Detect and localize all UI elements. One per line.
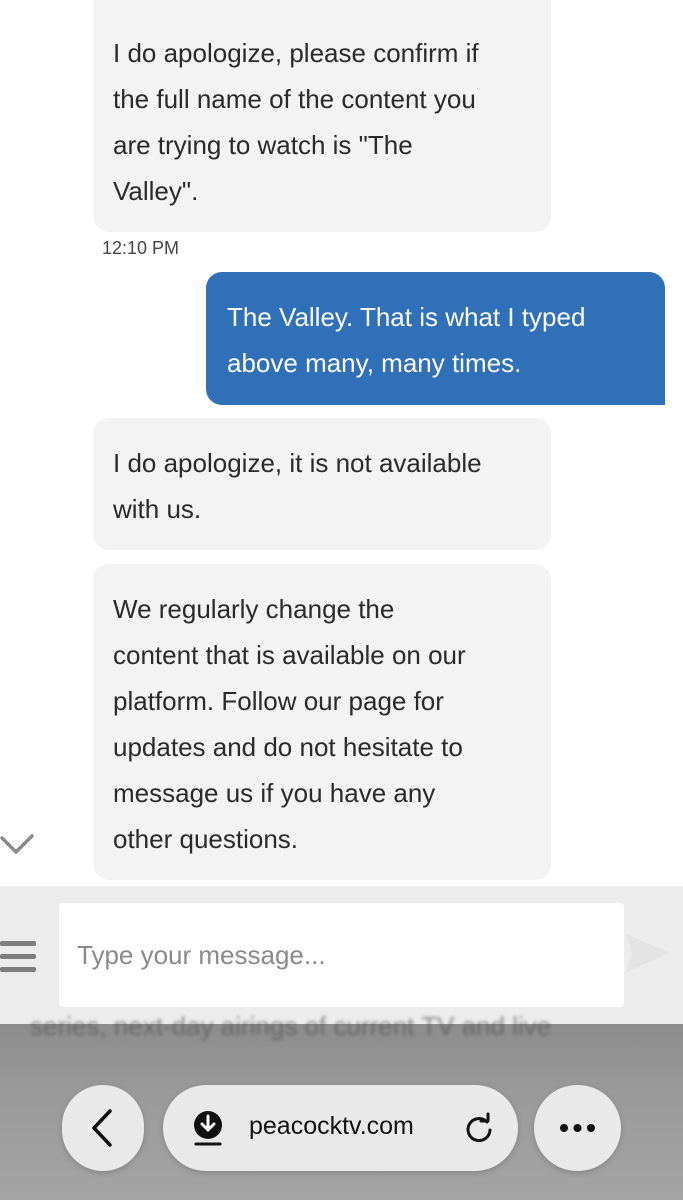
- address-bar[interactable]: peacocktv.com: [163, 1085, 518, 1171]
- message-timestamp: 12:10 PM: [102, 238, 180, 258]
- chevron-down-icon[interactable]: [0, 828, 36, 862]
- menu-icon[interactable]: [0, 938, 40, 978]
- url-text: peacocktv.com: [249, 1112, 414, 1140]
- agent-message: We regularly change the content that is …: [93, 564, 551, 880]
- user-message: The Valley. That is what I typed above m…: [206, 272, 665, 405]
- background-page-text: series, next-day airings of current TV a…: [30, 1011, 552, 1041]
- back-chevron-icon: [92, 1109, 112, 1147]
- message-input[interactable]: [59, 903, 624, 1007]
- download-icon: [194, 1111, 222, 1146]
- chat-transcript: I do apologize, please confirm if the fu…: [0, 0, 683, 886]
- agent-message: I do apologize, please confirm if the fu…: [93, 0, 551, 232]
- more-icon: [560, 1124, 595, 1132]
- agent-message: I do apologize, it is not available with…: [93, 418, 551, 550]
- back-button[interactable]: [62, 1085, 144, 1171]
- reload-icon[interactable]: [463, 1112, 495, 1144]
- home-indicator-area: [0, 1186, 683, 1200]
- more-options-button[interactable]: [534, 1085, 621, 1171]
- send-icon[interactable]: [622, 930, 672, 976]
